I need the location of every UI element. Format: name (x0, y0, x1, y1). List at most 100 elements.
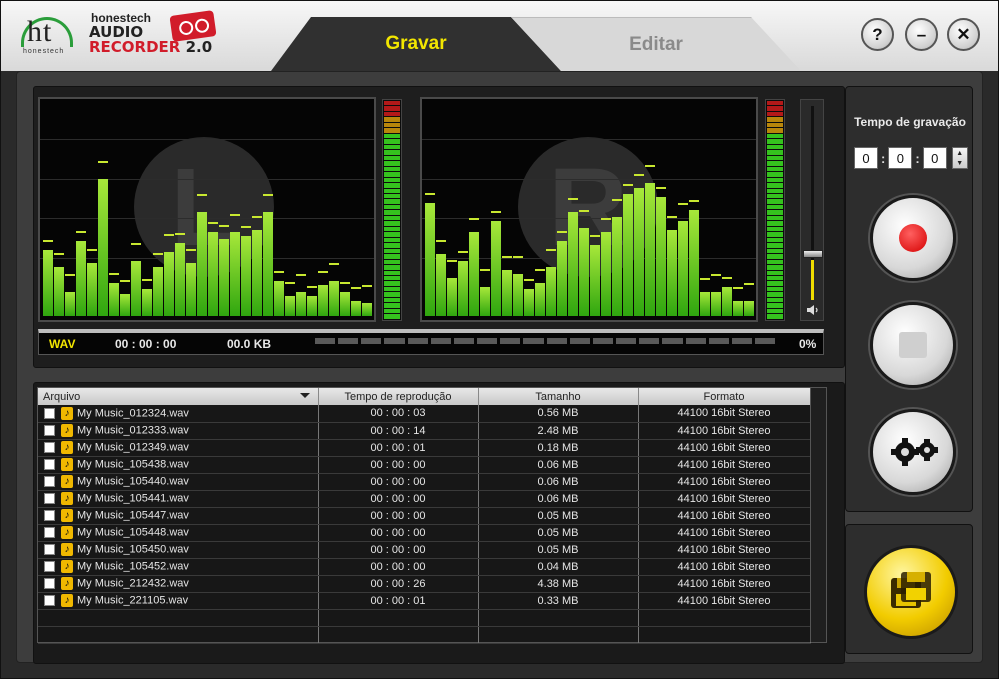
file-checkbox[interactable] (44, 544, 55, 555)
spectrum-bar (208, 232, 218, 316)
vu-segment (767, 106, 783, 111)
file-name-cell[interactable]: ♪ My Music_012349.wav (38, 439, 319, 457)
play-time-cell: 00 : 00 : 00 (318, 507, 479, 525)
progress-segment (708, 338, 729, 344)
file-checkbox[interactable] (44, 407, 55, 419)
spin-up-icon[interactable]: ▲ (956, 150, 963, 157)
play-time-cell: 00 : 00 : 00 (318, 456, 479, 474)
volume-slider[interactable] (800, 99, 824, 321)
table-row[interactable]: ♪ My Music_012333.wav 00 : 00 : 14 2.48 MB 4… (38, 422, 811, 440)
file-name-cell[interactable]: ♪ My Music_105450.wav (38, 541, 319, 559)
progress-segment (685, 338, 706, 344)
spectrum-peak (634, 174, 644, 176)
speaker-icon[interactable] (806, 304, 820, 316)
column-header-tamanho[interactable]: Tamanho (478, 388, 639, 405)
file-checkbox[interactable] (44, 510, 55, 521)
file-checkbox[interactable] (44, 527, 55, 538)
main-panel: L R WAV 00 : 00: 00 00.0 KB 0% Arquivo … (16, 71, 983, 664)
vu-segment (384, 226, 400, 232)
list-scrollbar[interactable] (810, 388, 826, 642)
file-name-cell[interactable]: ♪ My Music_105438.wav (38, 456, 319, 474)
table-row[interactable]: ♪ My Music_105447.wav 00 : 00 : 00 0.05 MB 4… (38, 507, 811, 525)
file-checkbox[interactable] (44, 442, 55, 453)
spectrum-bar (722, 287, 732, 316)
column-header-tempo[interactable]: Tempo de reprodução (318, 388, 479, 405)
save-button[interactable] (864, 545, 958, 639)
spectrum-peak (612, 199, 622, 201)
vu-segment (384, 193, 400, 199)
spectrum-peak (568, 198, 578, 200)
file-checkbox[interactable] (44, 425, 55, 436)
table-row[interactable]: ♪ My Music_105440.wav 00 : 00 : 00 0.06 MB 4… (38, 473, 811, 491)
minutes-field[interactable]: 0 (888, 147, 913, 169)
tab-gravar[interactable]: Gravar (271, 17, 561, 71)
vu-segment (767, 232, 783, 237)
column-header-arquivo[interactable]: Arquivo (38, 388, 319, 405)
file-checkbox[interactable] (44, 578, 55, 589)
stop-icon (899, 332, 927, 358)
progress-segment (453, 338, 475, 344)
spectrum-peak (524, 279, 534, 281)
column-header-formato[interactable]: Formato (638, 388, 811, 405)
file-name-cell[interactable]: ♪ My Music_212432.wav (38, 575, 319, 593)
file-checkbox[interactable] (44, 476, 55, 487)
spectrum-bar (436, 254, 446, 316)
vu-segment (767, 199, 783, 204)
help-button[interactable]: ? (861, 18, 894, 51)
seconds-field[interactable]: 0 (922, 147, 947, 169)
table-row[interactable]: ♪ My Music_221105.wav 00 : 00 : 01 0.33 MB 4… (38, 592, 811, 610)
spin-down-icon[interactable]: ▼ (956, 160, 963, 167)
file-checkbox[interactable] (44, 493, 55, 504)
tab-editar[interactable]: Editar (511, 17, 801, 71)
file-name-cell[interactable]: ♪ My Music_012324.wav (38, 405, 319, 423)
elapsed-time: 00 : 00 : 00 (115, 336, 177, 351)
spectrum-bar (678, 221, 688, 316)
vu-segment (767, 101, 783, 106)
spectrum-peak (711, 274, 721, 276)
vu-segment (384, 172, 400, 177)
table-row[interactable]: ♪ My Music_105441.wav 00 : 00 : 00 0.06 MB 4… (38, 490, 811, 508)
spectrum-bar (612, 217, 622, 316)
vu-segment (767, 210, 783, 215)
visualizer-panel: L R WAV 00 : 00: 00 00.0 KB 0% (33, 86, 845, 368)
stop-button[interactable] (870, 302, 956, 388)
table-row[interactable]: ♪ My Music_105450.wav 00 : 00 : 00 0.05 MB 4… (38, 541, 811, 559)
table-row[interactable]: ♪ My Music_212432.wav 00 : 00 : 26 4.38 MB 4… (38, 575, 811, 593)
table-row[interactable]: ♪ My Music_105438.wav 00 : 00 : 00 0.06 MB 4… (38, 456, 811, 474)
time-spinner[interactable]: ▲ ▼ (951, 147, 968, 169)
spectrum-peak (458, 251, 468, 253)
file-name-cell[interactable]: ♪ My Music_105441.wav (38, 490, 319, 508)
brand-recorder: RECORDER 2.0 (89, 38, 213, 56)
spectrum-bar (98, 179, 108, 316)
table-row[interactable]: ♪ My Music_105452.wav 00 : 00 : 00 0.04 MB 4… (38, 558, 811, 576)
minimize-button[interactable]: – (905, 18, 938, 51)
hours-field[interactable]: 0 (854, 147, 878, 169)
table-row[interactable]: ♪ My Music_012349.wav 00 : 00 : 01 0.18 MB 4… (38, 439, 811, 457)
file-checkbox[interactable] (44, 561, 55, 572)
settings-button[interactable] (870, 409, 956, 495)
progress-segment (430, 338, 451, 344)
file-checkbox[interactable] (44, 459, 55, 470)
file-name-cell[interactable]: ♪ My Music_221105.wav (38, 592, 319, 610)
music-note-icon: ♪ (61, 492, 73, 505)
file-name-cell[interactable]: ♪ My Music_105452.wav (38, 558, 319, 576)
spectrum-peak (219, 225, 229, 227)
gears-icon (891, 438, 938, 466)
play-time-cell: 00 : 00 : 26 (318, 575, 479, 593)
volume-slider-thumb[interactable] (803, 250, 823, 258)
table-row[interactable]: ♪ My Music_105448.wav 00 : 00 : 00 0.05 MB 4… (38, 524, 811, 542)
close-button[interactable]: ✕ (947, 18, 980, 51)
table-row[interactable]: ♪ My Music_012324.wav 00 : 00 : 03 0.56 MB 4… (38, 405, 811, 423)
size-cell: 2.48 MB (478, 422, 639, 440)
spectrum-bar (744, 301, 754, 316)
file-name-cell[interactable]: ♪ My Music_012333.wav (38, 422, 319, 440)
spectrum-peak (447, 260, 457, 262)
file-name-cell[interactable]: ♪ My Music_105447.wav (38, 507, 319, 525)
file-name-cell[interactable]: ♪ My Music_105440.wav (38, 473, 319, 491)
file-checkbox[interactable] (44, 595, 55, 606)
progress-segment (592, 338, 614, 344)
record-button[interactable] (870, 195, 956, 281)
file-name-cell[interactable]: ♪ My Music_105448.wav (38, 524, 319, 542)
play-time-cell: 00 : 00 : 14 (318, 422, 479, 440)
play-time-cell: 00 : 00 : 01 (318, 439, 479, 457)
